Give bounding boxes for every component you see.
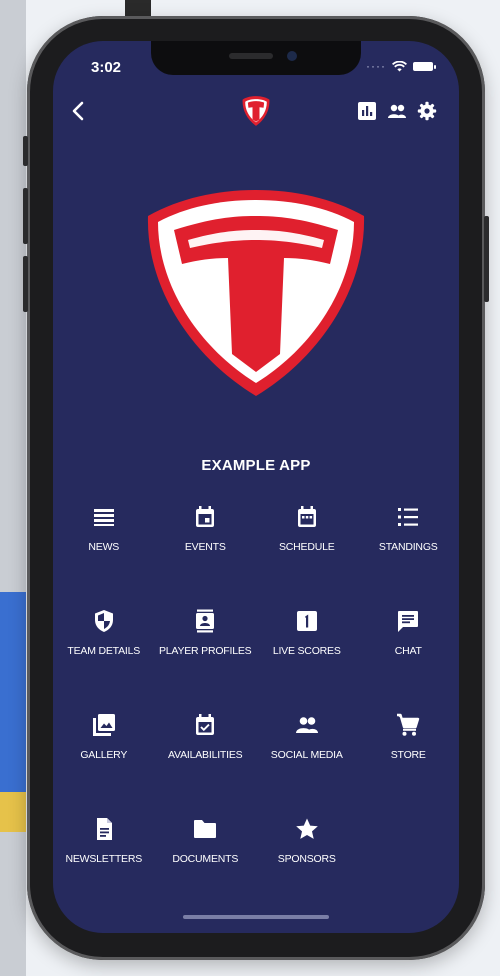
home-indicator[interactable] [183, 915, 329, 919]
menu-item-label: NEWS [88, 541, 120, 553]
earpiece-speaker [229, 53, 273, 59]
folder-icon [194, 820, 217, 838]
chart-icon[interactable] [357, 101, 377, 121]
gallery-icon [92, 714, 115, 736]
news-icon [93, 509, 114, 526]
menu-item-chat[interactable]: CHAT [358, 600, 460, 704]
app-screen: 3:02 ···· EXAMPLE APP NEWS EVENTS SCHEDU… [53, 41, 459, 933]
menu-item-store[interactable]: STORE [358, 704, 460, 808]
status-icons: ···· [366, 59, 436, 73]
volume-up-button [23, 188, 28, 244]
header-shield-logo [242, 96, 270, 126]
status-time: 3:02 [91, 59, 122, 76]
document-icon [96, 818, 112, 840]
menu-item-availabilities[interactable]: AVAILABILITIES [155, 704, 257, 808]
battery-icon [413, 61, 436, 71]
menu-item-label: NEWSLETTERS [65, 853, 143, 865]
chat-icon [398, 611, 419, 632]
menu-item-label: SCHEDULE [278, 541, 335, 553]
profile-card-icon [196, 609, 215, 633]
menu-item-label: DOCUMENTS [172, 853, 239, 865]
wifi-icon [392, 60, 407, 71]
menu-item-label: TEAM DETAILS [67, 645, 141, 657]
menu-item-social-media[interactable]: SOCIAL MEDIA [256, 704, 358, 808]
menu-item-documents[interactable]: DOCUMENTS [155, 808, 257, 912]
cart-icon [397, 713, 420, 736]
hero-shield-logo [147, 190, 365, 396]
background-yellow-patch [0, 792, 26, 832]
signal-icon: ···· [366, 59, 386, 73]
people-icon [295, 717, 318, 733]
notch [151, 41, 361, 75]
menu-item-live-scores[interactable]: LIVE SCORES [256, 600, 358, 704]
star-icon [295, 818, 318, 839]
menu-item-label: PLAYER PROFILES [158, 645, 252, 657]
menu-item-label: GALLERY [80, 749, 128, 761]
menu-item-team-details[interactable]: TEAM DETAILS [53, 600, 155, 704]
shield-icon [94, 610, 113, 632]
group-icon[interactable] [387, 101, 407, 121]
menu-grid: NEWS EVENTS SCHEDULE STANDINGS TEAM DETA… [53, 496, 459, 912]
back-button[interactable] [67, 97, 91, 125]
gear-icon[interactable] [417, 101, 437, 121]
menu-item-standings[interactable]: STANDINGS [358, 496, 460, 600]
menu-item-label: EVENTS [184, 541, 226, 553]
header-actions [357, 101, 437, 121]
app-title: EXAMPLE APP [201, 457, 311, 474]
menu-item-gallery[interactable]: GALLERY [53, 704, 155, 808]
menu-item-label: STORE [390, 749, 426, 761]
menu-item-label: AVAILABILITIES [168, 749, 243, 761]
menu-item-newsletters[interactable]: NEWSLETTERS [53, 808, 155, 912]
mute-switch [23, 136, 28, 166]
power-button [484, 216, 489, 302]
menu-item-label: LIVE SCORES [272, 645, 341, 657]
menu-item-label: STANDINGS [378, 541, 438, 553]
menu-item-player-profiles[interactable]: PLAYER PROFILES [155, 600, 257, 704]
menu-item-label: SOCIAL MEDIA [270, 749, 343, 761]
calendar-check-icon [196, 714, 215, 735]
menu-item-events[interactable]: EVENTS [155, 496, 257, 600]
volume-down-button [23, 256, 28, 312]
scoreboard-icon [296, 611, 317, 631]
menu-item-label: SPONSORS [277, 853, 336, 865]
menu-item-news[interactable]: NEWS [53, 496, 155, 600]
calendar-icon [297, 506, 316, 527]
list-icon [398, 508, 419, 526]
menu-item-sponsors[interactable]: SPONSORS [256, 808, 358, 912]
menu-item-label: CHAT [394, 645, 422, 657]
calendar-event-icon [196, 506, 215, 527]
menu-item-schedule[interactable]: SCHEDULE [256, 496, 358, 600]
background-blue-patch [0, 592, 26, 792]
front-camera [287, 51, 297, 61]
